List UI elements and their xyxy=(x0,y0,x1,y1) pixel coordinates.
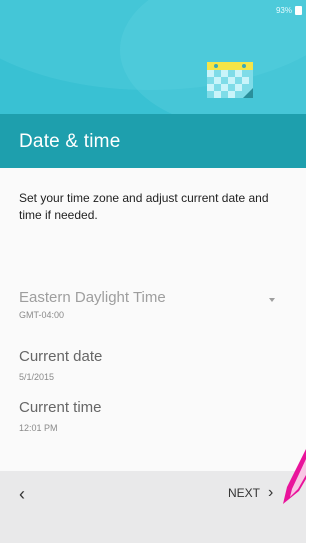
calendar-icon xyxy=(207,62,253,98)
battery-icon xyxy=(295,6,302,15)
current-date-label: Current date xyxy=(19,348,103,365)
current-date-value: 5/1/2015 xyxy=(19,372,55,382)
status-bar: 93% xyxy=(276,6,302,15)
back-button[interactable]: ‹ xyxy=(19,484,39,504)
highlight-arrow-icon xyxy=(283,449,306,504)
battery-percent: 93% xyxy=(275,6,292,15)
bottom-nav-bar xyxy=(0,471,306,543)
dropdown-arrow-icon[interactable] xyxy=(269,298,275,302)
chevron-right-icon: › xyxy=(268,484,274,501)
timezone-label: Eastern Daylight Time xyxy=(19,289,166,306)
timezone-offset: GMT-04:00 xyxy=(19,310,65,320)
current-time-label: Current time xyxy=(19,399,102,416)
current-time-value: 12:01 PM xyxy=(19,423,58,433)
page-title: Date & time xyxy=(19,131,121,152)
intro-text: Set your time zone and adjust current da… xyxy=(19,191,269,222)
next-button[interactable]: NEXT › xyxy=(228,484,274,501)
next-label: NEXT xyxy=(228,486,261,500)
